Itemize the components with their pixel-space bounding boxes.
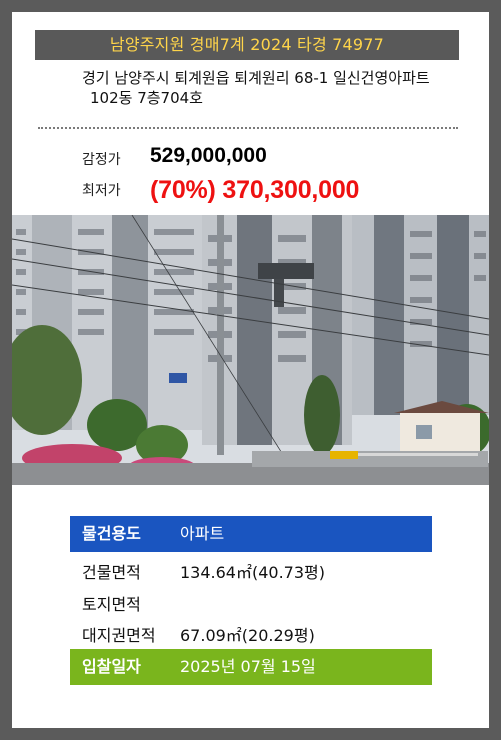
court-case-title: 남양주지원 경매7계 2024 타경 74977: [109, 35, 385, 54]
land-right-area-label: 대지권면적: [82, 626, 156, 645]
address-line-1: 경기 남양주시 퇴계원읍 퇴계원리 68-1 일신건영아파트: [82, 69, 430, 87]
bid-date-row: 입찰일자 2025년 07월 15일: [70, 649, 432, 685]
dotted-divider: [38, 127, 458, 129]
land-area-label: 토지면적: [82, 595, 141, 614]
land-right-area-value: 67.09㎡(20.29평): [180, 626, 315, 645]
auction-card: 남양주지원 경매7계 2024 타경 74977 경기 남양주시 퇴계원읍 퇴계…: [12, 12, 489, 728]
apartment-photo: [12, 215, 489, 485]
bid-date-label: 입찰일자: [82, 657, 141, 676]
appraisal-price-value: 529,000,000: [150, 144, 267, 167]
minimum-price-label: 최저가: [82, 183, 121, 199]
usage-value: 아파트: [180, 524, 225, 543]
property-address: 경기 남양주시 퇴계원읍 퇴계원리 68-1 일신건영아파트 102동 7층70…: [82, 68, 482, 108]
land-area-row: 토지면적: [70, 590, 432, 620]
building-area-row: 건물면적 134.64㎡(40.73평): [70, 558, 432, 588]
address-line-2: 102동 7층704호: [90, 89, 203, 107]
appraisal-price-label: 감정가: [82, 152, 121, 168]
usage-row: 물건용도 아파트: [70, 516, 432, 552]
bid-date-value: 2025년 07월 15일: [180, 657, 316, 676]
land-right-area-row: 대지권면적 67.09㎡(20.29평): [70, 621, 432, 651]
court-case-header: 남양주지원 경매7계 2024 타경 74977: [35, 30, 459, 60]
minimum-price-value: (70%) 370,300,000: [150, 176, 360, 204]
usage-label: 물건용도: [82, 524, 141, 543]
building-area-label: 건물면적: [82, 563, 141, 582]
building-area-value: 134.64㎡(40.73평): [180, 563, 325, 582]
